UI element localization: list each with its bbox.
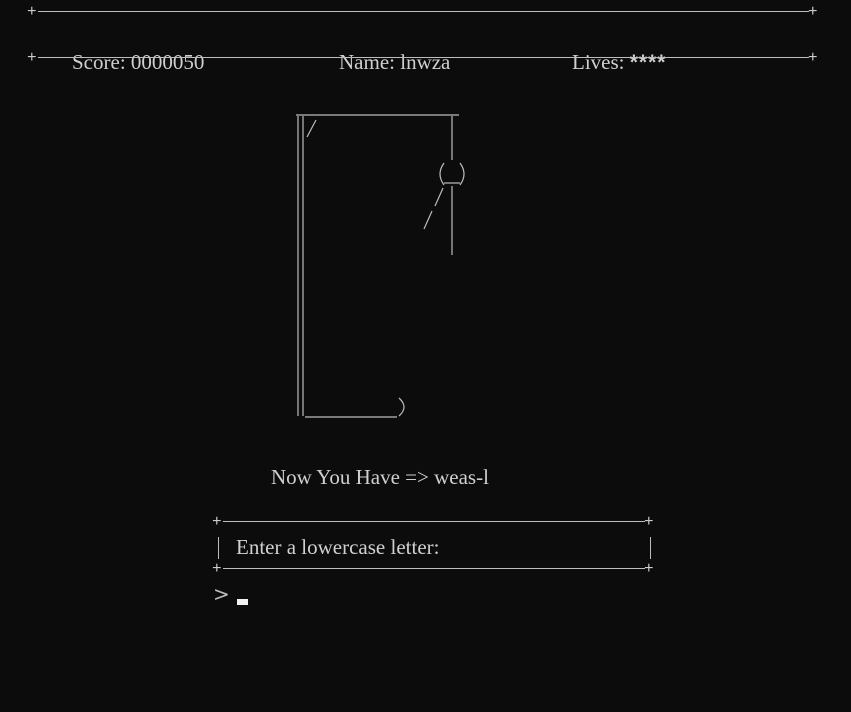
- prompt-bottom-right-corner: +: [644, 560, 654, 578]
- prompt-left-border: [218, 537, 219, 559]
- prompt-bottom-border: [223, 568, 645, 569]
- text-cursor: [237, 599, 248, 605]
- letter-input[interactable]: [234, 588, 354, 610]
- hangman-head-right: [459, 162, 465, 186]
- prompt-right-border: [650, 537, 651, 559]
- gallows-base-end: [398, 397, 405, 417]
- guessed-word: weas-l: [434, 465, 489, 489]
- prompt-message: Enter a lowercase letter:: [236, 535, 440, 559]
- status-prefix: Now You Have =>: [271, 465, 429, 489]
- prompt-arrow-icon: >: [213, 582, 230, 606]
- prompt-bottom-left-corner: +: [212, 560, 222, 578]
- prompt-top-right-corner: +: [644, 513, 654, 531]
- hangman-leg: [423, 210, 433, 230]
- hangman-arm: [434, 187, 444, 207]
- hangman-drawing: [296, 114, 465, 418]
- gallows-brace: [306, 119, 317, 138]
- hangman-head-left: [439, 162, 445, 186]
- word-progress-line: Now You Have => weas-l: [271, 464, 489, 490]
- prompt-top-border: [223, 521, 645, 522]
- prompt-top-left-corner: +: [212, 513, 222, 531]
